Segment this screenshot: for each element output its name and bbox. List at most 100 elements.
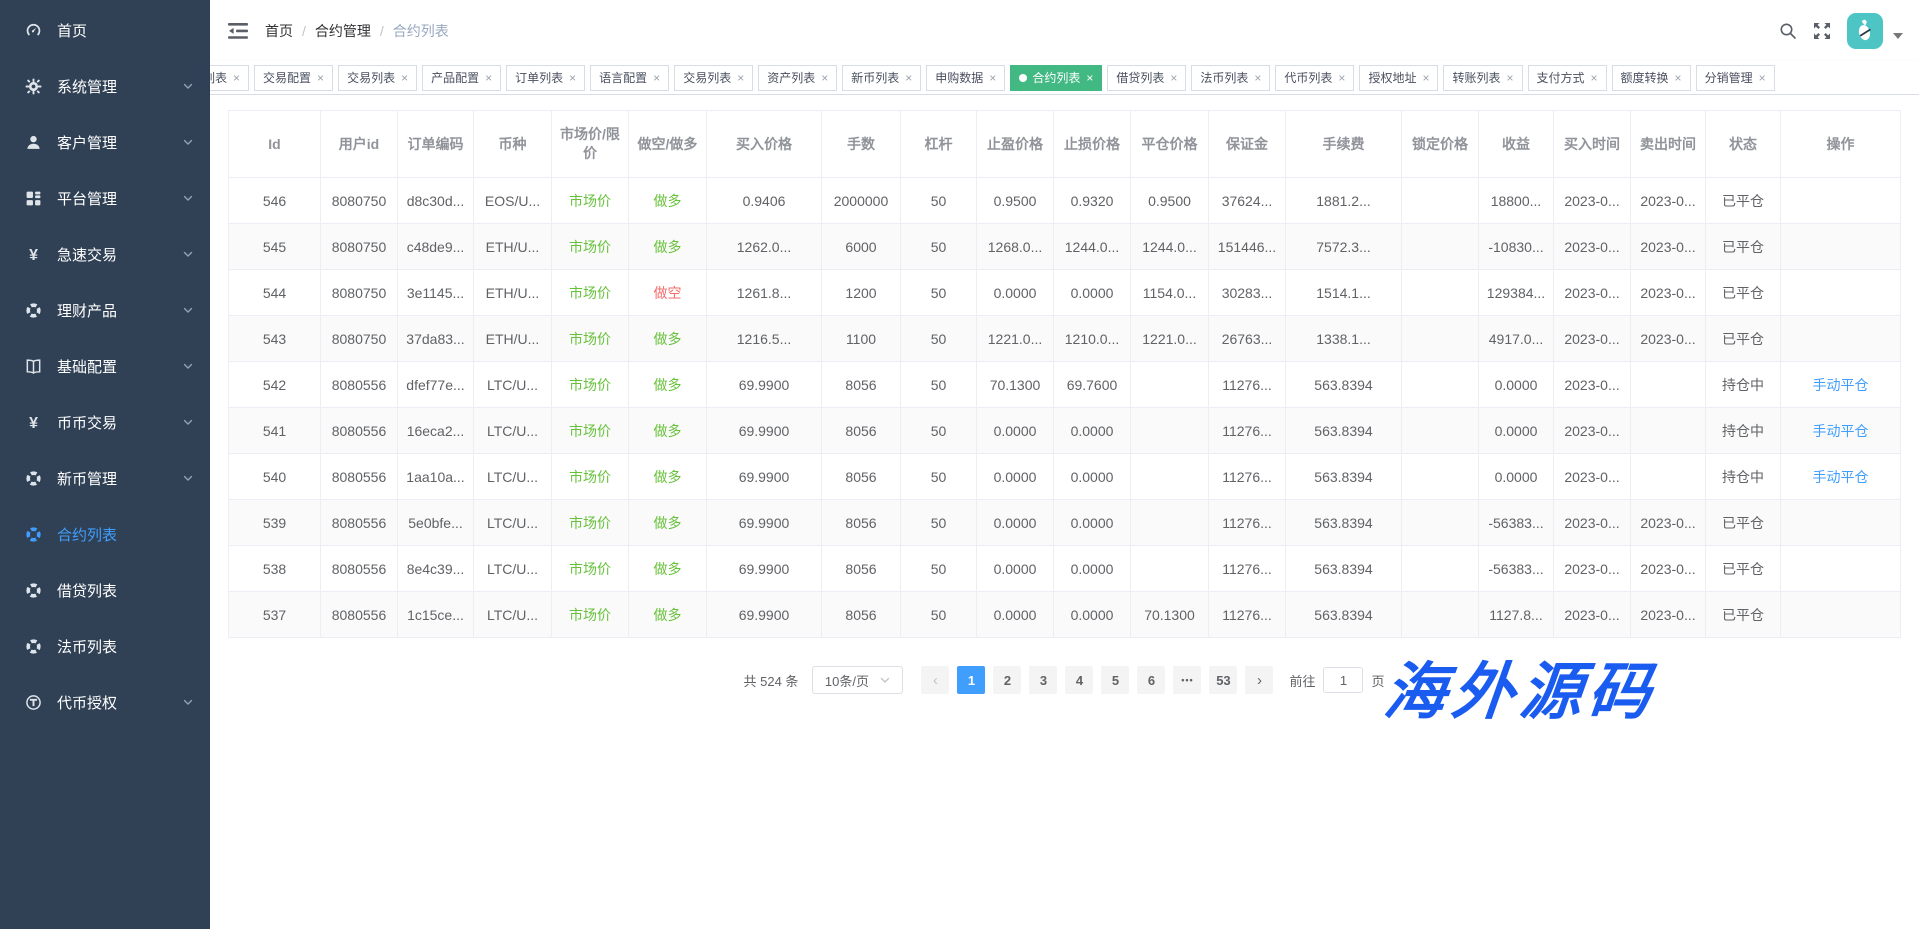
total-count: 共 524 条 bbox=[744, 671, 799, 690]
close-icon[interactable]: × bbox=[1759, 72, 1766, 84]
tether-icon bbox=[24, 693, 42, 711]
table-cell: 30283... bbox=[1209, 270, 1286, 316]
search-icon[interactable] bbox=[1779, 22, 1797, 40]
table-cell bbox=[1781, 500, 1901, 546]
sidebar-item-基础配置[interactable]: 基础配置 bbox=[0, 338, 210, 394]
page-button-1[interactable]: 1 bbox=[957, 666, 985, 694]
sidebar-item-label: 平台管理 bbox=[57, 188, 117, 209]
avatar[interactable] bbox=[1847, 13, 1883, 49]
sidebar-item-急速交易[interactable]: ¥急速交易 bbox=[0, 226, 210, 282]
page-button-5[interactable]: 5 bbox=[1101, 666, 1129, 694]
tab-法币列表[interactable]: 法币列表× bbox=[1191, 65, 1270, 91]
tab-订单列表[interactable]: 订单列表× bbox=[506, 65, 585, 91]
manual-close-action[interactable]: 手动平仓 bbox=[1781, 408, 1901, 454]
segmented-circle-icon bbox=[24, 469, 42, 487]
table-row: 53880805568e4c39...LTC/U...市场价做多69.99008… bbox=[229, 546, 1901, 592]
tab-label: 语言配置 bbox=[599, 69, 647, 86]
manual-close-action[interactable]: 手动平仓 bbox=[1781, 454, 1901, 500]
close-icon[interactable]: × bbox=[569, 72, 576, 84]
sidebar-item-币币交易[interactable]: ¥币币交易 bbox=[0, 394, 210, 450]
tab-label: 交易配置 bbox=[263, 69, 311, 86]
sidebar-item-法币列表[interactable]: 法币列表 bbox=[0, 618, 210, 674]
tab-授权地址[interactable]: 授权地址× bbox=[1359, 65, 1438, 91]
tab-语言配置[interactable]: 语言配置 × bbox=[590, 65, 669, 91]
table-cell: 市场价 bbox=[552, 270, 629, 316]
tab-交易列表[interactable]: 交易列表× bbox=[338, 65, 417, 91]
more-pages-button[interactable]: ••• bbox=[1173, 666, 1201, 694]
chevron-down-icon[interactable] bbox=[1893, 33, 1903, 39]
tab-借贷列表[interactable]: 借贷列表× bbox=[1107, 65, 1186, 91]
close-icon[interactable]: × bbox=[1591, 72, 1598, 84]
next-page-button[interactable]: › bbox=[1245, 666, 1273, 694]
table-cell: 1881.2... bbox=[1286, 178, 1402, 224]
tab-分销管理[interactable]: 分销管理× bbox=[1696, 65, 1775, 91]
manual-close-action[interactable]: 手动平仓 bbox=[1781, 362, 1901, 408]
page-button-2[interactable]: 2 bbox=[993, 666, 1021, 694]
table-cell: LTC/U... bbox=[474, 454, 552, 500]
page-button-6[interactable]: 6 bbox=[1137, 666, 1165, 694]
close-icon[interactable]: × bbox=[1254, 72, 1261, 84]
table-cell: LTC/U... bbox=[474, 408, 552, 454]
tab-新币列表[interactable]: 新币列表× bbox=[842, 65, 921, 91]
close-icon[interactable]: × bbox=[233, 72, 240, 84]
sidebar-item-借贷列表[interactable]: 借贷列表 bbox=[0, 562, 210, 618]
table-cell bbox=[1402, 224, 1479, 270]
tab-申购数据[interactable]: 申购数据× bbox=[926, 65, 1005, 91]
page-button-4[interactable]: 4 bbox=[1065, 666, 1093, 694]
tab-列表[interactable]: 列表× bbox=[210, 65, 249, 91]
page-size-select[interactable]: 10条/页 bbox=[812, 666, 903, 694]
close-icon[interactable]: × bbox=[821, 72, 828, 84]
chevron-down-icon bbox=[182, 416, 194, 428]
tab-合约列表[interactable]: 合约列表× bbox=[1010, 65, 1102, 91]
chevron-down-icon bbox=[182, 192, 194, 204]
prev-page-button[interactable]: ‹ bbox=[921, 666, 949, 694]
breadcrumb-item[interactable]: 首页 bbox=[265, 21, 293, 41]
sidebar-item-理财产品[interactable]: 理财产品 bbox=[0, 282, 210, 338]
table-cell: 11276... bbox=[1209, 408, 1286, 454]
tab-资产列表[interactable]: 资产列表× bbox=[758, 65, 837, 91]
close-icon[interactable]: × bbox=[989, 72, 996, 84]
tab-交易配置[interactable]: 交易配置 × bbox=[254, 65, 333, 91]
close-icon[interactable]: × bbox=[1338, 72, 1345, 84]
tab-支付方式[interactable]: 支付方式× bbox=[1528, 65, 1607, 91]
close-icon[interactable]: × bbox=[1170, 72, 1177, 84]
breadcrumb: 首页/合约管理/合约列表 bbox=[265, 21, 449, 41]
tab-产品配置[interactable]: 产品配置× bbox=[422, 65, 501, 91]
close-icon[interactable]: × bbox=[1506, 72, 1513, 84]
close-icon[interactable]: × bbox=[905, 72, 912, 84]
close-icon[interactable]: × bbox=[653, 72, 660, 84]
page-button-3[interactable]: 3 bbox=[1029, 666, 1057, 694]
sidebar-item-新币管理[interactable]: 新币管理 bbox=[0, 450, 210, 506]
sidebar-item-合约列表[interactable]: 合约列表 bbox=[0, 506, 210, 562]
tab-转账列表[interactable]: 转账列表× bbox=[1443, 65, 1522, 91]
close-icon[interactable]: × bbox=[1422, 72, 1429, 84]
chevron-down-icon bbox=[182, 136, 194, 148]
breadcrumb-item[interactable]: 合约管理 bbox=[315, 21, 371, 41]
tab-代币列表[interactable]: 代币列表 × bbox=[1275, 65, 1354, 91]
tab-额度转换[interactable]: 额度转换× bbox=[1612, 65, 1691, 91]
sidebar-item-系统管理[interactable]: 系统管理 bbox=[0, 58, 210, 114]
close-icon[interactable]: × bbox=[401, 72, 408, 84]
close-icon[interactable]: × bbox=[485, 72, 492, 84]
sidebar-item-客户管理[interactable]: 客户管理 bbox=[0, 114, 210, 170]
goto-page-input[interactable] bbox=[1323, 667, 1363, 693]
close-icon[interactable]: × bbox=[1086, 72, 1093, 84]
fullscreen-icon[interactable] bbox=[1813, 22, 1831, 40]
chevron-down-icon bbox=[182, 248, 194, 260]
close-icon[interactable]: × bbox=[737, 72, 744, 84]
sidebar-item-平台管理[interactable]: 平台管理 bbox=[0, 170, 210, 226]
table-cell: 8056 bbox=[822, 362, 901, 408]
close-icon[interactable]: × bbox=[317, 72, 324, 84]
sidebar-item-首页[interactable]: 首页 bbox=[0, 2, 210, 58]
table-cell: 0.0000 bbox=[977, 592, 1054, 638]
table-cell: 2023-0... bbox=[1554, 592, 1631, 638]
tab-label: 代币列表 bbox=[1284, 69, 1332, 86]
table-row: 53780805561c15ce...LTC/U...市场价做多69.99008… bbox=[229, 592, 1901, 638]
sidebar-fold-icon[interactable] bbox=[228, 22, 248, 40]
sidebar-item-代币授权[interactable]: 代币授权 bbox=[0, 674, 210, 730]
close-icon[interactable]: × bbox=[1675, 72, 1682, 84]
table-cell: 做多 bbox=[629, 224, 707, 270]
tab-交易列表[interactable]: 交易列表× bbox=[674, 65, 753, 91]
table-cell: 11276... bbox=[1209, 546, 1286, 592]
page-button-53[interactable]: 53 bbox=[1209, 666, 1237, 694]
